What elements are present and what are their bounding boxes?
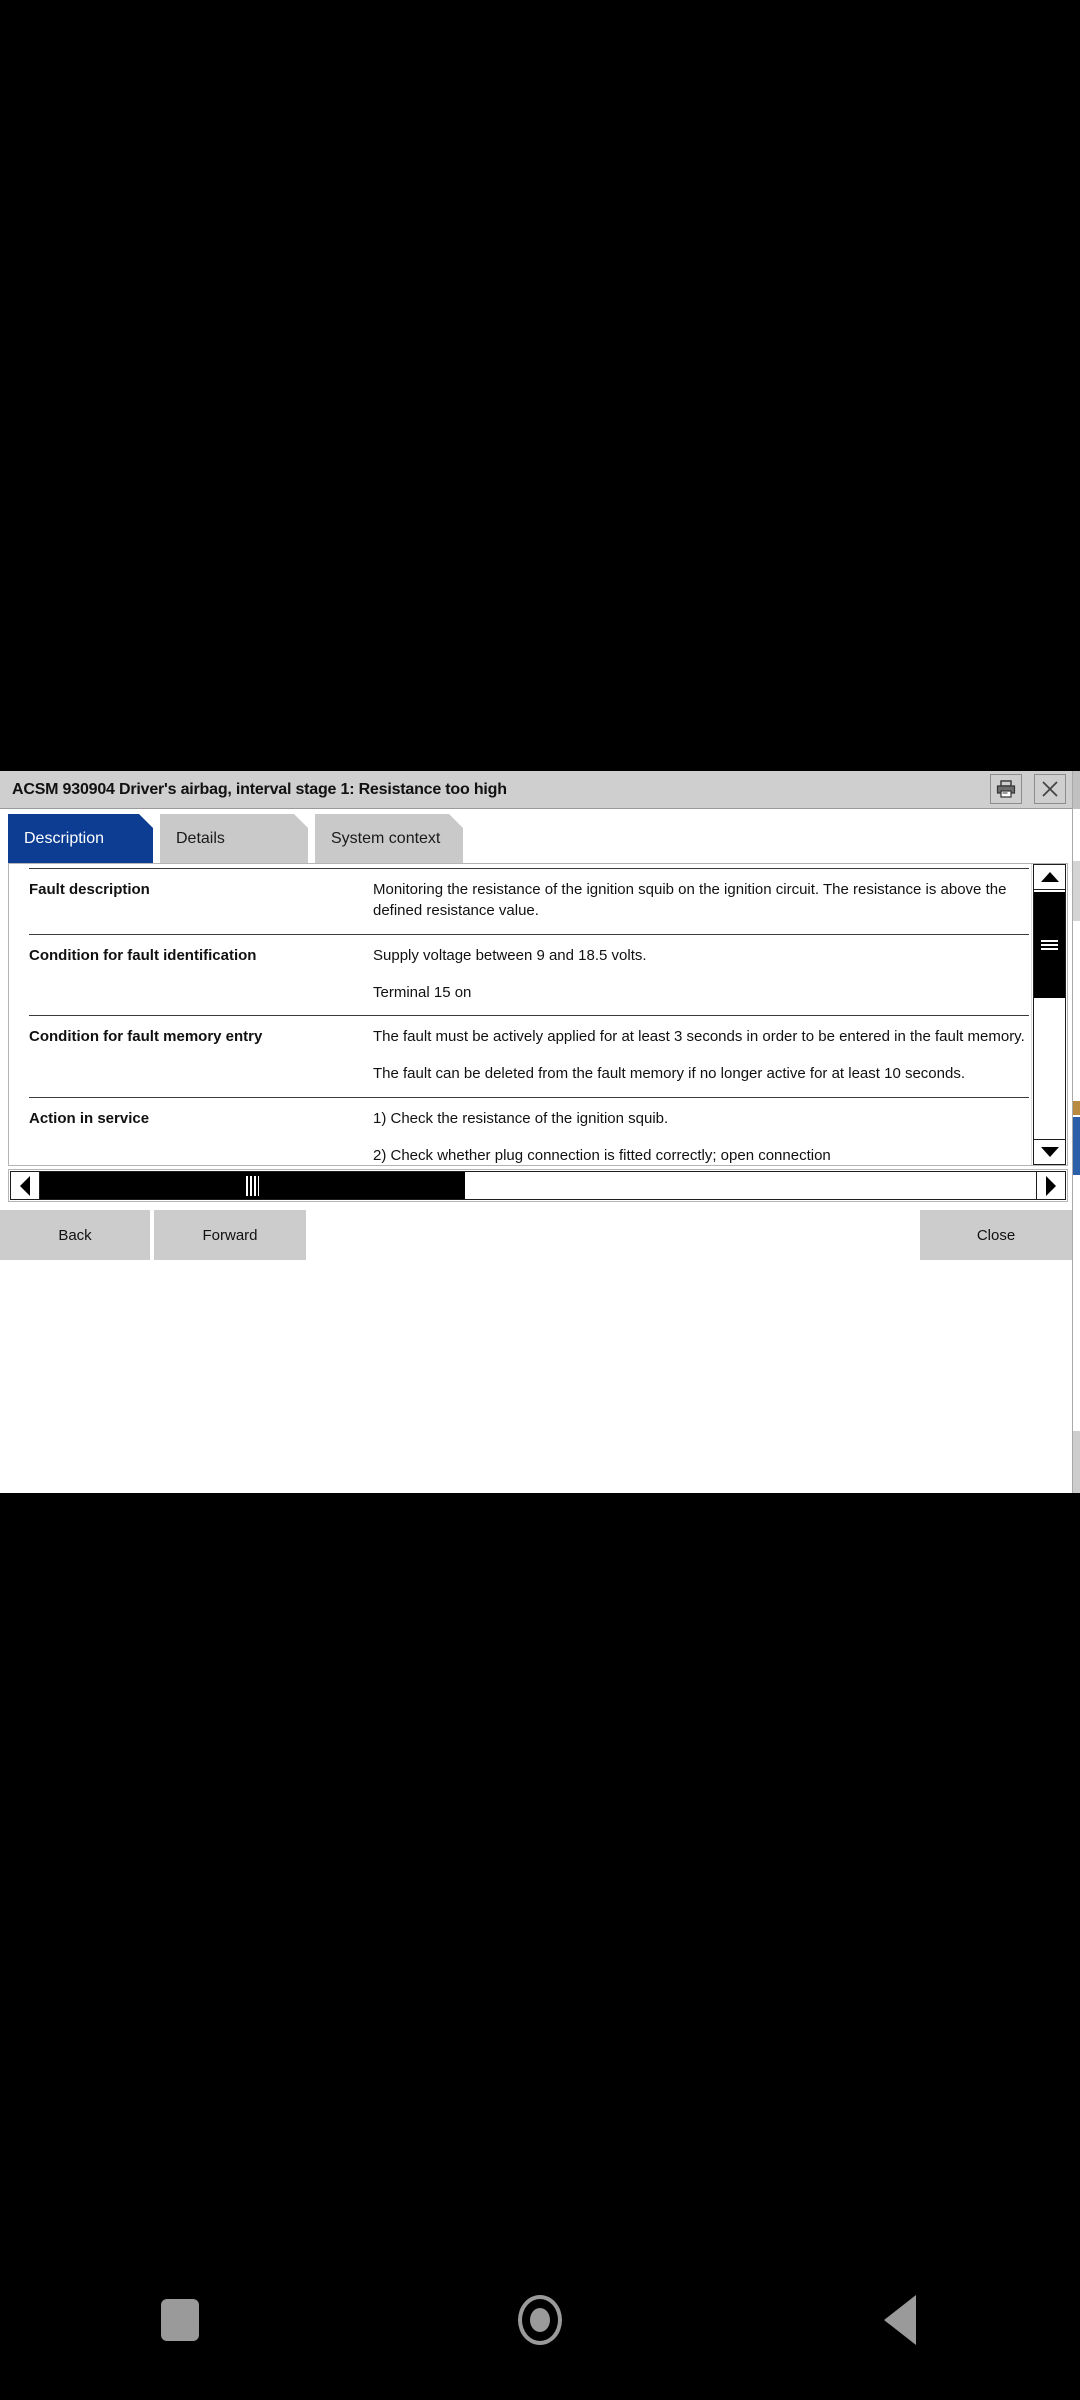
horizontal-scroll-track[interactable] [40, 1171, 1036, 1200]
table-row: Fault description Monitoring the resista… [29, 868, 1029, 935]
tab-label: Details [176, 829, 225, 847]
phone-screen: ACSM 930904 Driver's airbag, interval st… [0, 0, 1080, 2400]
forward-button-label: Forward [202, 1226, 258, 1244]
triangle-right-icon [1046, 1175, 1056, 1196]
nav-back-button[interactable] [845, 2265, 955, 2375]
tab-details[interactable]: Details [160, 814, 308, 863]
horizontal-scrollbar[interactable] [8, 1169, 1068, 1202]
triangle-up-icon [1040, 872, 1059, 882]
horizontal-scroll-thumb[interactable] [40, 1172, 465, 1199]
tab-strip: Description Details System context [0, 810, 1072, 863]
back-button-label: Back [58, 1226, 92, 1244]
scroll-left-button[interactable] [10, 1171, 40, 1200]
close-button-label: Close [976, 1226, 1016, 1244]
bg-sliver-segment [1073, 861, 1080, 921]
row-label: Action in service [29, 1096, 357, 1165]
square-recents-icon [161, 2299, 199, 2341]
circle-home-icon-inner [530, 2308, 550, 2332]
scroll-down-button[interactable] [1033, 1139, 1066, 1165]
fault-detail-panel: Fault description Monitoring the resista… [8, 863, 1068, 1166]
fault-table-viewport: Fault description Monitoring the resista… [9, 864, 1031, 1165]
window-button-bar: Back Forward Close [0, 1208, 1072, 1262]
background-window-sliver [1072, 771, 1080, 1493]
fault-detail-table: Fault description Monitoring the resista… [29, 868, 1029, 1165]
window-title: ACSM 930904 Driver's airbag, interval st… [12, 780, 507, 798]
scroll-right-button[interactable] [1036, 1171, 1066, 1200]
tab-system-context[interactable]: System context [315, 814, 463, 863]
tab-label: Description [24, 829, 105, 847]
table-row: Action in service 1) Check the resistanc… [29, 1096, 1029, 1165]
bg-sliver-segment [1073, 1117, 1080, 1175]
bg-sliver-segment [1073, 771, 1080, 809]
table-row: Condition for fault identification Suppl… [29, 933, 1029, 1016]
close-x-icon [1042, 781, 1058, 797]
print-button[interactable] [990, 774, 1022, 804]
row-paragraph: Monitoring the resistance of the ignitio… [373, 881, 1007, 920]
bg-sliver-segment [1073, 1101, 1080, 1115]
scroll-up-button[interactable] [1033, 864, 1066, 890]
printer-icon [996, 780, 1016, 798]
row-value: Monitoring the resistance of the ignitio… [357, 868, 1029, 935]
row-paragraph: 2) Check whether plug connection is fitt… [373, 1147, 831, 1165]
triangle-left-icon [20, 1175, 30, 1196]
row-value: The fault must be actively applied for a… [357, 1015, 1029, 1098]
close-window-button[interactable] [1034, 774, 1066, 804]
diagnostics-window: ACSM 930904 Driver's airbag, interval st… [0, 771, 1080, 1493]
vertical-scrollbar[interactable] [1031, 864, 1067, 1165]
vertical-scroll-track[interactable] [1033, 890, 1066, 1139]
back-button[interactable]: Back [0, 1210, 152, 1260]
titlebar-button-group [990, 774, 1066, 804]
nav-home-button[interactable] [485, 2265, 595, 2375]
grip-lines-icon [1041, 939, 1058, 951]
table-row: Condition for fault memory entry The fau… [29, 1015, 1029, 1098]
close-button[interactable]: Close [920, 1210, 1072, 1260]
forward-button[interactable]: Forward [154, 1210, 306, 1260]
vertical-scroll-thumb[interactable] [1034, 892, 1065, 998]
row-paragraph: The fault must be actively applied for a… [373, 1028, 1025, 1046]
row-label: Condition for fault identification [29, 933, 357, 1016]
row-label: Fault description [29, 868, 357, 935]
row-paragraph: Supply voltage between 9 and 18.5 volts. [373, 946, 647, 964]
row-label: Condition for fault memory entry [29, 1015, 357, 1098]
triangle-down-icon [1040, 1147, 1059, 1157]
grip-lines-icon [246, 1175, 259, 1196]
circle-home-icon [518, 2295, 562, 2345]
window-titlebar: ACSM 930904 Driver's airbag, interval st… [0, 771, 1072, 809]
row-paragraph: The fault can be deleted from the fault … [373, 1065, 965, 1083]
row-value: Supply voltage between 9 and 18.5 volts.… [357, 933, 1029, 1016]
bg-sliver-segment [1073, 1431, 1080, 1493]
tab-description[interactable]: Description [8, 814, 153, 863]
triangle-back-icon [884, 2295, 916, 2345]
nav-recents-button[interactable] [125, 2265, 235, 2375]
row-value: 1) Check the resistance of the ignition … [357, 1096, 1029, 1165]
row-paragraph: Terminal 15 on [373, 983, 472, 1001]
tab-label: System context [331, 829, 441, 847]
row-paragraph: 1) Check the resistance of the ignition … [373, 1109, 669, 1127]
android-navigation-bar [0, 2240, 1080, 2400]
